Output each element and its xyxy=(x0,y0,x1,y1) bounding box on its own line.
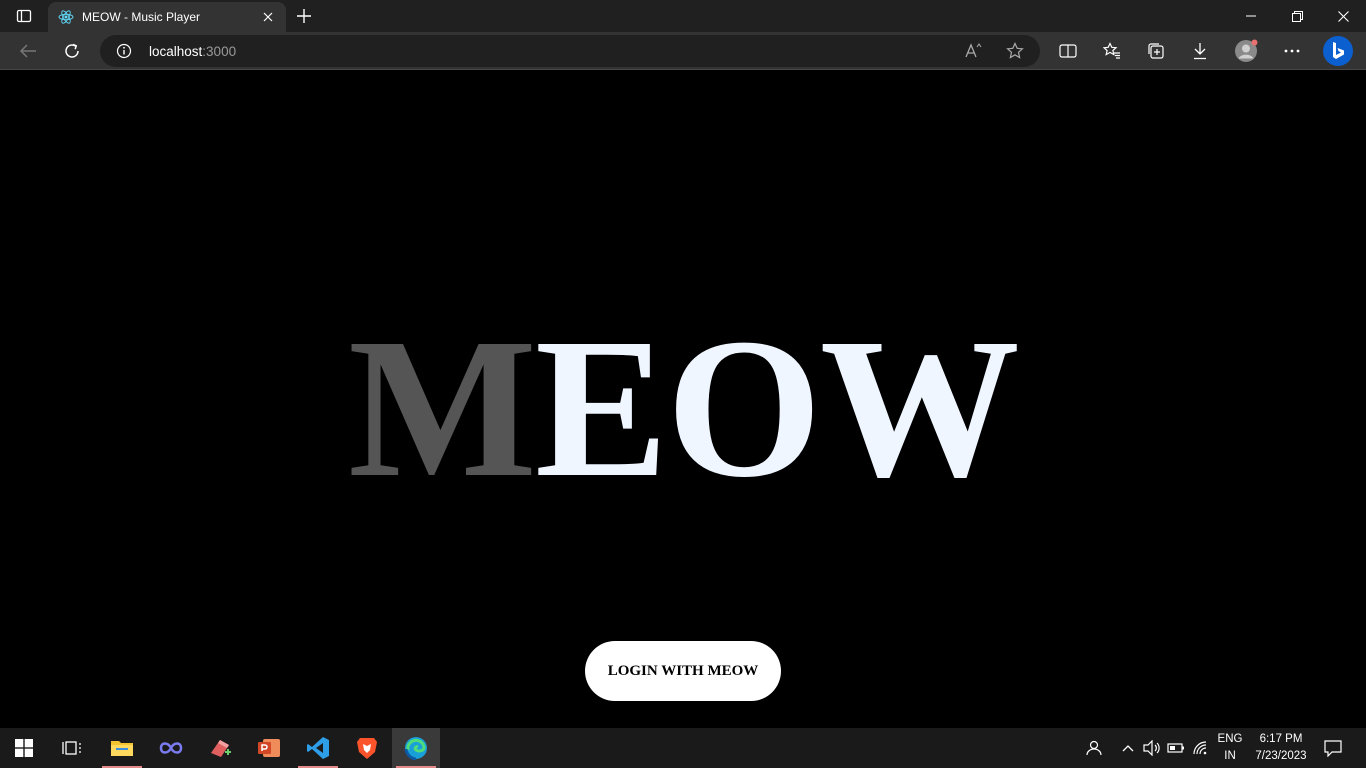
browser-toolbar: localhost:3000 xyxy=(0,32,1366,70)
favorites-icon[interactable] xyxy=(1099,38,1125,64)
react-icon xyxy=(58,9,74,25)
restore-icon[interactable] xyxy=(1274,0,1320,32)
people-icon[interactable] xyxy=(1083,738,1103,758)
task-view-icon[interactable] xyxy=(48,728,96,768)
site-info-icon[interactable] xyxy=(116,43,132,59)
downloads-icon[interactable] xyxy=(1187,38,1213,64)
read-aloud-icon[interactable] xyxy=(964,41,984,61)
split-screen-icon[interactable] xyxy=(1055,38,1081,64)
language-code: ENG xyxy=(1217,733,1243,745)
url-text: localhost:3000 xyxy=(149,44,236,59)
more-options-icon[interactable] xyxy=(1279,38,1305,64)
browser-titlebar: MEOW - Music Player xyxy=(0,0,1366,32)
minimize-icon[interactable] xyxy=(1228,0,1274,32)
wifi-icon[interactable] xyxy=(1191,738,1211,758)
login-with-meow-button[interactable]: LOGIN WITH MEOW xyxy=(585,641,781,701)
profile-avatar-icon[interactable] xyxy=(1233,38,1259,64)
page-content: MEOW LOGIN WITH MEOW xyxy=(0,71,1366,728)
back-arrow-icon[interactable] xyxy=(13,36,43,66)
windows-taskbar: ENG IN 6:17 PM 7/23/2023 xyxy=(0,728,1366,768)
notifications-icon[interactable] xyxy=(1323,738,1343,758)
tab-title: MEOW - Music Player xyxy=(82,10,201,24)
url-host: localhost xyxy=(149,44,203,59)
battery-icon[interactable] xyxy=(1166,738,1186,758)
favorite-star-icon[interactable] xyxy=(1005,41,1025,61)
address-bar[interactable]: localhost:3000 xyxy=(100,35,1040,67)
clock-date: 7/23/2023 xyxy=(1255,750,1307,762)
close-tab-icon[interactable] xyxy=(260,9,276,25)
language-region: IN xyxy=(1224,750,1236,762)
app-icon[interactable] xyxy=(196,728,244,768)
powerpoint-icon[interactable] xyxy=(245,728,293,768)
volume-icon[interactable] xyxy=(1142,738,1162,758)
infinity-app-icon[interactable] xyxy=(147,728,195,768)
bing-copilot-icon[interactable] xyxy=(1322,35,1354,67)
clock-time: 6:17 PM xyxy=(1259,733,1303,745)
tab-meow-music-player[interactable]: MEOW - Music Player xyxy=(48,2,286,32)
url-port: :3000 xyxy=(202,44,237,59)
vscode-icon[interactable] xyxy=(294,728,342,768)
language-indicator[interactable]: ENG IN xyxy=(1214,731,1246,765)
brave-icon[interactable] xyxy=(343,728,391,768)
tab-actions-icon[interactable] xyxy=(8,4,40,28)
collections-icon[interactable] xyxy=(1143,38,1169,64)
edge-icon[interactable] xyxy=(392,728,440,768)
new-tab-icon[interactable] xyxy=(292,4,316,28)
refresh-icon[interactable] xyxy=(57,36,87,66)
logo-letters-eow: EOW xyxy=(534,298,1020,519)
clock[interactable]: 6:17 PM 7/23/2023 xyxy=(1250,731,1312,765)
chevron-up-icon[interactable] xyxy=(1118,738,1138,758)
close-window-icon[interactable] xyxy=(1320,0,1366,32)
meow-logo: MEOW xyxy=(0,309,1366,509)
file-explorer-icon[interactable] xyxy=(98,728,146,768)
logo-letter-m: M xyxy=(348,298,537,519)
start-icon[interactable] xyxy=(0,728,48,768)
